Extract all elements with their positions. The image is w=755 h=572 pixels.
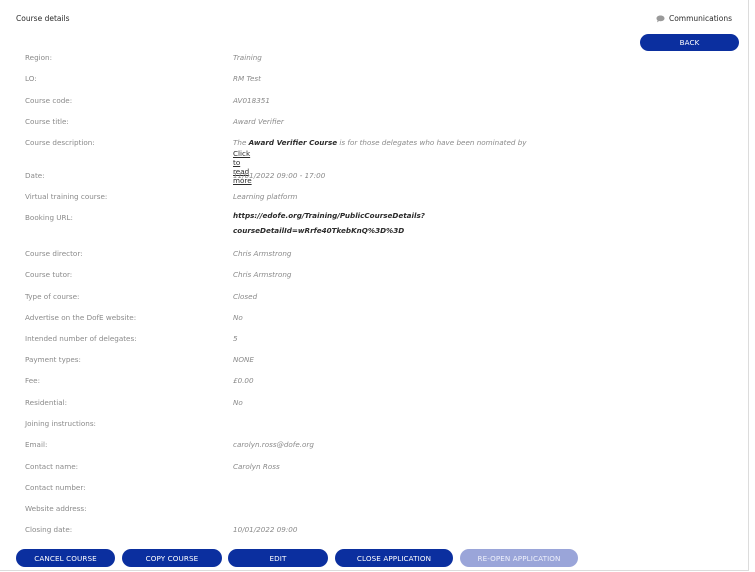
action-bar: CANCEL COURSE COPY COURSE EDIT CLOSE APP… xyxy=(0,549,749,567)
reopen-application-button: RE-OPEN APPLICATION xyxy=(460,549,578,567)
label-course-description: Course description: xyxy=(25,138,95,147)
label-booking-url: Booking URL: xyxy=(25,213,73,222)
label-fee: Fee: xyxy=(25,376,41,385)
label-joining-instructions: Joining instructions: xyxy=(25,419,96,428)
panel-title: Course details xyxy=(16,14,70,23)
value-booking-url-line1[interactable]: https://edofe.org/Training/PublicCourseD… xyxy=(233,209,425,223)
label-payment-types: Payment types: xyxy=(25,355,81,364)
value-type-of-course: Closed xyxy=(233,292,258,301)
communications-link[interactable]: Communications xyxy=(656,14,732,23)
back-button[interactable]: BACK xyxy=(640,34,739,51)
cancel-course-button[interactable]: CANCEL COURSE xyxy=(16,549,115,567)
value-closing-date: 10/01/2022 09:00 xyxy=(233,525,298,534)
edit-button[interactable]: EDIT xyxy=(228,549,328,567)
label-contact-name: Contact name: xyxy=(25,462,79,471)
value-booking-url-line2[interactable]: courseDetailId=wRrfe40TkebKnQ%3D%3D xyxy=(233,224,404,238)
value-course-tutor: Chris Armstrong xyxy=(233,270,292,279)
value-course-director: Chris Armstrong xyxy=(233,249,292,258)
value-lo: RM Test xyxy=(233,74,261,83)
description-course-name: Award Verifier Course xyxy=(248,138,338,147)
label-website-address: Website address: xyxy=(25,504,87,513)
value-course-code: AV018351 xyxy=(233,96,270,105)
description-suffix: is for those delegates who have been nom… xyxy=(337,138,527,147)
label-contact-number: Contact number: xyxy=(25,483,86,492)
description-prefix: The xyxy=(233,138,249,147)
speech-bubble-icon xyxy=(656,15,665,23)
label-course-code: Course code: xyxy=(25,96,73,105)
label-closing-date: Closing date: xyxy=(25,525,73,534)
label-course-title: Course title: xyxy=(25,117,69,126)
communications-label: Communications xyxy=(668,14,732,23)
value-email: carolyn.ross@dofe.org xyxy=(233,440,314,449)
label-intended-delegates: Intended number of delegates: xyxy=(25,334,137,343)
value-date: 11/01/2022 09:00 - 17:00 xyxy=(233,171,326,180)
label-advertise: Advertise on the DofE website: xyxy=(25,313,137,322)
value-region: Training xyxy=(233,53,262,62)
value-payment-types: NONE xyxy=(233,355,254,364)
label-date: Date: xyxy=(25,171,45,180)
course-details-panel: Course details Communications BACK Regio… xyxy=(0,0,749,571)
value-fee: £0.00 xyxy=(233,376,254,385)
value-intended-delegates: 5 xyxy=(233,334,238,343)
label-region: Region: xyxy=(25,53,53,62)
value-course-title: Award Verifier xyxy=(233,117,284,126)
label-virtual-training: Virtual training course: xyxy=(25,192,108,201)
label-residential: Residential: xyxy=(25,398,68,407)
close-application-button[interactable]: CLOSE APPLICATION xyxy=(335,549,453,567)
label-lo: LO: xyxy=(25,74,37,83)
label-course-tutor: Course tutor: xyxy=(25,270,73,279)
label-type-of-course: Type of course: xyxy=(25,292,80,301)
value-advertise: No xyxy=(233,313,243,322)
label-course-director: Course director: xyxy=(25,249,83,258)
value-course-description: The Award Verifier Course is for those d… xyxy=(233,138,527,147)
value-residential: No xyxy=(233,398,243,407)
value-virtual-training: Learning platform xyxy=(233,192,298,201)
label-email: Email: xyxy=(25,440,48,449)
copy-course-button[interactable]: COPY COURSE xyxy=(122,549,222,567)
value-contact-name: Carolyn Ross xyxy=(233,462,280,471)
